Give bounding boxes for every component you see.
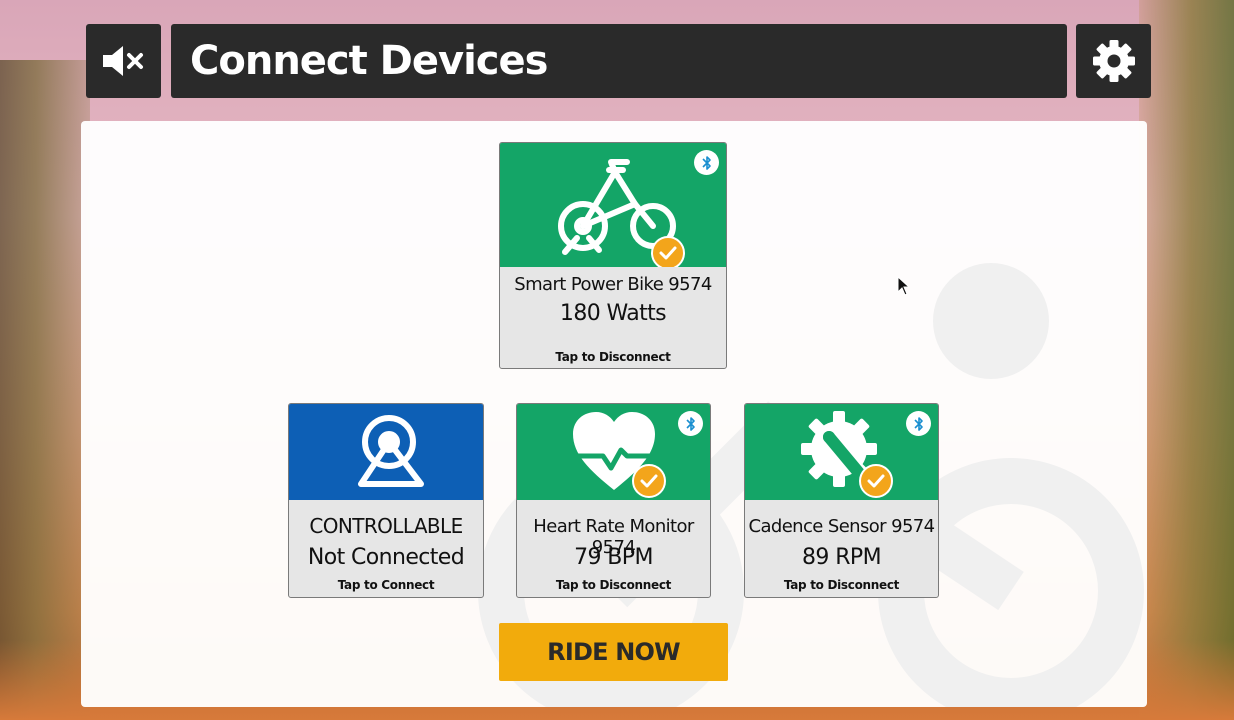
ride-now-label: RIDE NOW xyxy=(547,638,680,666)
power-device-card[interactable]: Smart Power Bike 9574 180 Watts Tap to D… xyxy=(499,142,727,369)
controllable-card-banner xyxy=(289,404,483,500)
device-reading: 180 Watts xyxy=(559,301,667,326)
power-card-banner xyxy=(500,143,726,267)
device-name: CONTROLLABLE xyxy=(309,514,463,538)
mouse-cursor-icon xyxy=(897,276,911,296)
connected-check-icon xyxy=(859,464,893,498)
page-title: Connect Devices xyxy=(190,38,548,84)
controllable-device-card[interactable]: CONTROLLABLE Not Connected Tap to Connec… xyxy=(288,403,484,598)
device-name: Smart Power Bike 9574 xyxy=(514,274,712,295)
ride-now-button[interactable]: RIDE NOW xyxy=(499,623,728,681)
bluetooth-icon xyxy=(906,411,931,436)
cadence-card-banner xyxy=(745,404,938,500)
device-action-text: Tap to Connect xyxy=(337,578,435,592)
device-reading: 79 BPM xyxy=(574,545,653,570)
devices-panel: Smart Power Bike 9574 180 Watts Tap to D… xyxy=(81,121,1147,707)
settings-button[interactable] xyxy=(1076,24,1151,98)
device-action-text: Tap to Disconnect xyxy=(783,578,900,592)
connected-check-icon xyxy=(651,236,685,267)
background-trees-left xyxy=(0,60,90,720)
cadence-device-card[interactable]: Cadence Sensor 9574 89 RPM Tap to Discon… xyxy=(744,403,939,598)
title-bar: Connect Devices xyxy=(171,24,1067,98)
device-name: Cadence Sensor 9574 xyxy=(748,516,935,537)
device-reading: Not Connected xyxy=(307,545,465,570)
speaker-muted-icon xyxy=(102,46,143,76)
heart-rate-device-card[interactable]: Heart Rate Monitor 9574 79 BPM Tap to Di… xyxy=(516,403,711,598)
gear-icon xyxy=(1092,40,1135,82)
bluetooth-icon xyxy=(694,150,719,175)
trainer-icon xyxy=(358,415,424,487)
device-reading: 89 RPM xyxy=(802,545,882,570)
background-trees-right xyxy=(1139,0,1234,720)
mute-button[interactable] xyxy=(86,24,161,98)
heart-rate-card-banner xyxy=(517,404,710,500)
device-action-text: Tap to Disconnect xyxy=(555,578,672,592)
device-action-text: Tap to Disconnect xyxy=(555,350,671,364)
bluetooth-icon xyxy=(678,411,703,436)
connected-check-icon xyxy=(632,464,666,498)
